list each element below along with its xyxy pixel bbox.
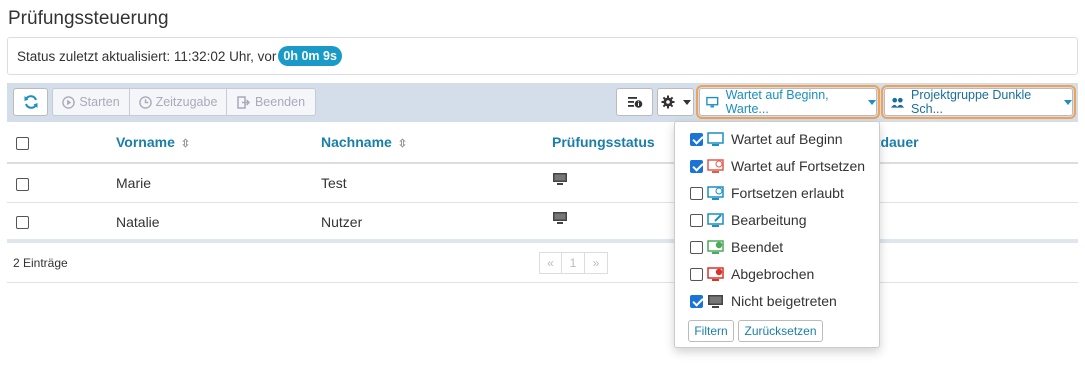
settings-button[interactable] (657, 88, 694, 116)
monitor-icon (553, 173, 567, 186)
sort-icon: ⇳ (180, 138, 191, 150)
clock-icon (138, 95, 152, 109)
filter-option-waiting-start[interactable]: Wartet auf Beginn (690, 130, 843, 148)
filter-option-aborted[interactable]: Abgebrochen (690, 265, 814, 283)
monitor-aborted-icon (707, 266, 724, 281)
table-row: Marie Test (7, 163, 1078, 203)
option-checkbox[interactable] (690, 132, 703, 146)
monitor-finished-icon (707, 239, 724, 254)
elapsed-badge: 0h 0m 9s (278, 46, 342, 66)
column-header-duration[interactable]: stdauer (868, 122, 1078, 164)
option-checkbox[interactable] (690, 159, 703, 173)
cell-firstname: Natalie (116, 202, 321, 242)
refresh-button[interactable] (13, 88, 48, 116)
play-circle-icon (62, 95, 76, 109)
pagination: « 1 » (539, 252, 608, 274)
entry-count: 2 Einträge (13, 256, 68, 270)
pagination-page[interactable]: 1 (562, 252, 585, 274)
refresh-icon (24, 95, 37, 109)
filter-option-waiting-resume[interactable]: Wartet auf Fortsetzen (690, 157, 865, 175)
end-button-label: Beenden (254, 95, 306, 109)
group-filter-label: Projektgruppe Dunkle Sch... (911, 88, 1032, 116)
status-filter-label: Wartet auf Beginn, Warte... (725, 88, 829, 116)
start-button[interactable]: Starten (52, 88, 130, 116)
option-checkbox[interactable] (690, 186, 703, 200)
option-checkbox[interactable] (690, 267, 703, 281)
status-text: Status zuletzt aktualisiert: 11:32:02 Uh… (17, 48, 277, 64)
sort-icon: ⇳ (397, 138, 408, 150)
cell-lastname: Nutzer (321, 202, 552, 242)
table-bottom-border (7, 239, 1078, 243)
status-bar: Status zuletzt aktualisiert: 11:32:02 Uh… (7, 37, 1078, 75)
footer-divider (7, 282, 1078, 283)
row-checkbox[interactable] (16, 177, 29, 191)
status-filter-menu: Wartet auf Beginn Wartet auf Fortsetzen … (674, 121, 880, 348)
filter-option-editing[interactable]: Bearbeitung (690, 211, 807, 229)
end-button[interactable]: Beenden (227, 88, 316, 116)
toolbar: Starten Zeitzugabe Beenden Wartet auf Be (7, 83, 1078, 122)
column-header-lastname[interactable]: Nachname ⇳ (321, 122, 552, 164)
monitor-not-joined-icon (708, 294, 723, 308)
filter-option-not-joined[interactable]: Nicht beigetreten (690, 292, 837, 310)
page-title: Prüfungssteuerung (8, 8, 169, 29)
filter-option-resume-allowed[interactable]: Fortsetzen erlaubt (690, 184, 844, 202)
row-checkbox[interactable] (16, 216, 29, 230)
table-header-row: Vorname ⇳ Nachname ⇳ Prüfungsstatus stdaue… (7, 122, 1078, 164)
gear-icon (661, 95, 674, 109)
option-checkbox[interactable] (690, 294, 703, 308)
extra-time-button-label: Zeitzugabe (155, 95, 218, 109)
start-button-label: Starten (79, 95, 120, 109)
group-filter-dropdown[interactable]: Projektgruppe Dunkle Sch... (881, 85, 1076, 119)
cell-firstname: Marie (116, 163, 321, 203)
column-header-firstname[interactable]: Vorname ⇳ (116, 122, 321, 164)
filter-apply-button[interactable]: Filtern (688, 320, 734, 342)
participants-table: Vorname ⇳ Nachname ⇳ Prüfungsstatus stdaue… (7, 122, 1078, 242)
monitor-resume-allowed-icon (707, 185, 724, 200)
extra-time-button[interactable]: Zeitzugabe (130, 88, 227, 116)
select-all-checkbox[interactable] (16, 136, 29, 150)
monitor-icon (553, 212, 567, 224)
option-checkbox[interactable] (690, 213, 703, 227)
monitor-filter-icon (706, 96, 719, 107)
option-checkbox[interactable] (690, 240, 703, 254)
status-filter-dropdown[interactable]: Wartet auf Beginn, Warte... (696, 85, 880, 119)
chevron-down-icon (682, 99, 691, 105)
pagination-next[interactable]: » (585, 252, 608, 274)
monitor-editing-icon (707, 212, 724, 227)
sign-out-icon (237, 95, 251, 109)
info-button[interactable] (616, 88, 653, 116)
filter-option-finished[interactable]: Beendet (690, 238, 783, 256)
cell-lastname: Test (321, 163, 552, 203)
chevron-down-icon (868, 99, 876, 105)
group-icon (891, 97, 905, 108)
monitor-waiting-icon (707, 131, 724, 146)
monitor-resume-waiting-icon (707, 158, 724, 173)
list-info-icon (627, 97, 642, 108)
filter-reset-button[interactable]: Zurücksetzen (738, 320, 823, 342)
table-row: Natalie Nutzer (7, 202, 1078, 242)
chevron-down-icon (1064, 99, 1072, 105)
pagination-prev[interactable]: « (539, 252, 562, 274)
